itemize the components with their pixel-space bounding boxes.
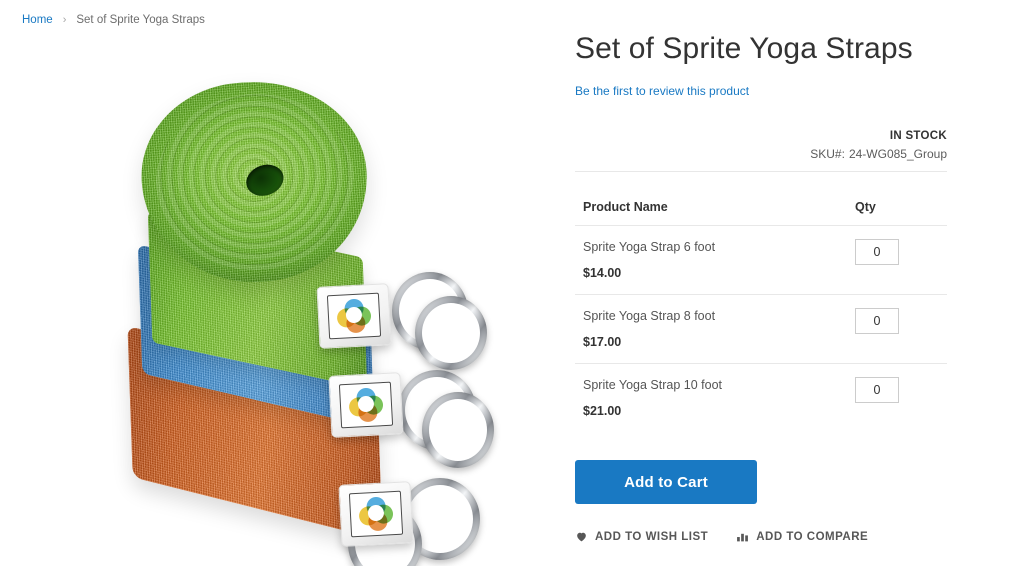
heart-icon [575, 530, 588, 543]
brand-logo-icon [358, 496, 394, 532]
product-page: Home › Set of Sprite Yoga Straps Set of … [0, 0, 1024, 566]
product-photo [0, 40, 545, 566]
strap-tip-label-orange [338, 481, 414, 547]
qty-input[interactable] [855, 377, 899, 403]
strap-tip-label-green [316, 283, 392, 349]
product-cell: Sprite Yoga Strap 10 foot $21.00 [575, 364, 855, 433]
product-name: Sprite Yoga Strap 10 foot [583, 378, 722, 392]
column-header-product-name: Product Name [575, 200, 855, 226]
write-review-link[interactable]: Be the first to review this product [575, 84, 749, 98]
product-price: $17.00 [583, 335, 622, 349]
d-ring-icon [422, 392, 494, 468]
brand-logo-icon [336, 298, 372, 334]
secondary-actions: ADD TO WISH LIST ADD TO COMPARE [575, 530, 947, 543]
sku-label: SKU#: [810, 147, 845, 161]
page-title: Set of Sprite Yoga Straps [575, 32, 913, 65]
add-to-compare-link[interactable]: ADD TO COMPARE [736, 530, 868, 543]
add-to-cart-button[interactable]: Add to Cart [575, 460, 757, 504]
availability-block: IN STOCK SKU#: 24-WG085_Group [575, 130, 947, 172]
qty-input[interactable] [855, 239, 899, 265]
brand-logo-icon [348, 387, 384, 423]
add-to-wish-list-label: ADD TO WISH LIST [595, 530, 709, 543]
add-to-wish-list-link[interactable]: ADD TO WISH LIST [575, 530, 708, 543]
divider [575, 171, 947, 172]
qty-input[interactable] [855, 308, 899, 334]
qty-cell [855, 364, 947, 433]
product-price: $21.00 [583, 404, 622, 418]
status-badge: IN STOCK [889, 130, 947, 142]
compare-bars-icon [736, 530, 749, 543]
table-header-row: Product Name Qty [575, 200, 947, 226]
product-name: Sprite Yoga Strap 8 foot [583, 309, 716, 323]
breadcrumb: Home › Set of Sprite Yoga Straps [22, 13, 205, 27]
grouped-product-table: Product Name Qty Sprite Yoga Strap 6 foo… [575, 200, 947, 432]
d-ring-icon [415, 296, 487, 370]
product-name: Sprite Yoga Strap 6 foot [583, 240, 716, 254]
product-cell: Sprite Yoga Strap 8 foot $17.00 [575, 294, 855, 364]
product-cell: Sprite Yoga Strap 6 foot $14.00 [575, 225, 855, 295]
column-header-qty: Qty [855, 200, 947, 226]
breadcrumb-item-home[interactable]: Home [22, 13, 53, 27]
sku-value: 24-WG085_Group [848, 147, 947, 161]
breadcrumb-item-current: Set of Sprite Yoga Straps [76, 14, 205, 26]
qty-cell [855, 294, 947, 364]
add-to-compare-label: ADD TO COMPARE [756, 530, 869, 543]
product-image-gallery[interactable] [0, 40, 545, 566]
table-row: Sprite Yoga Strap 8 foot $17.00 [575, 294, 947, 364]
strap-tip-label-blue [328, 372, 404, 438]
qty-cell [855, 225, 947, 295]
product-price: $14.00 [583, 266, 622, 280]
table-row: Sprite Yoga Strap 6 foot $14.00 [575, 225, 947, 295]
sku-row: SKU#: 24-WG085_Group [575, 147, 947, 161]
table-row: Sprite Yoga Strap 10 foot $21.00 [575, 364, 947, 433]
breadcrumb-separator-icon: › [62, 14, 67, 26]
product-info: Set of Sprite Yoga Straps Be the first t… [575, 30, 947, 543]
